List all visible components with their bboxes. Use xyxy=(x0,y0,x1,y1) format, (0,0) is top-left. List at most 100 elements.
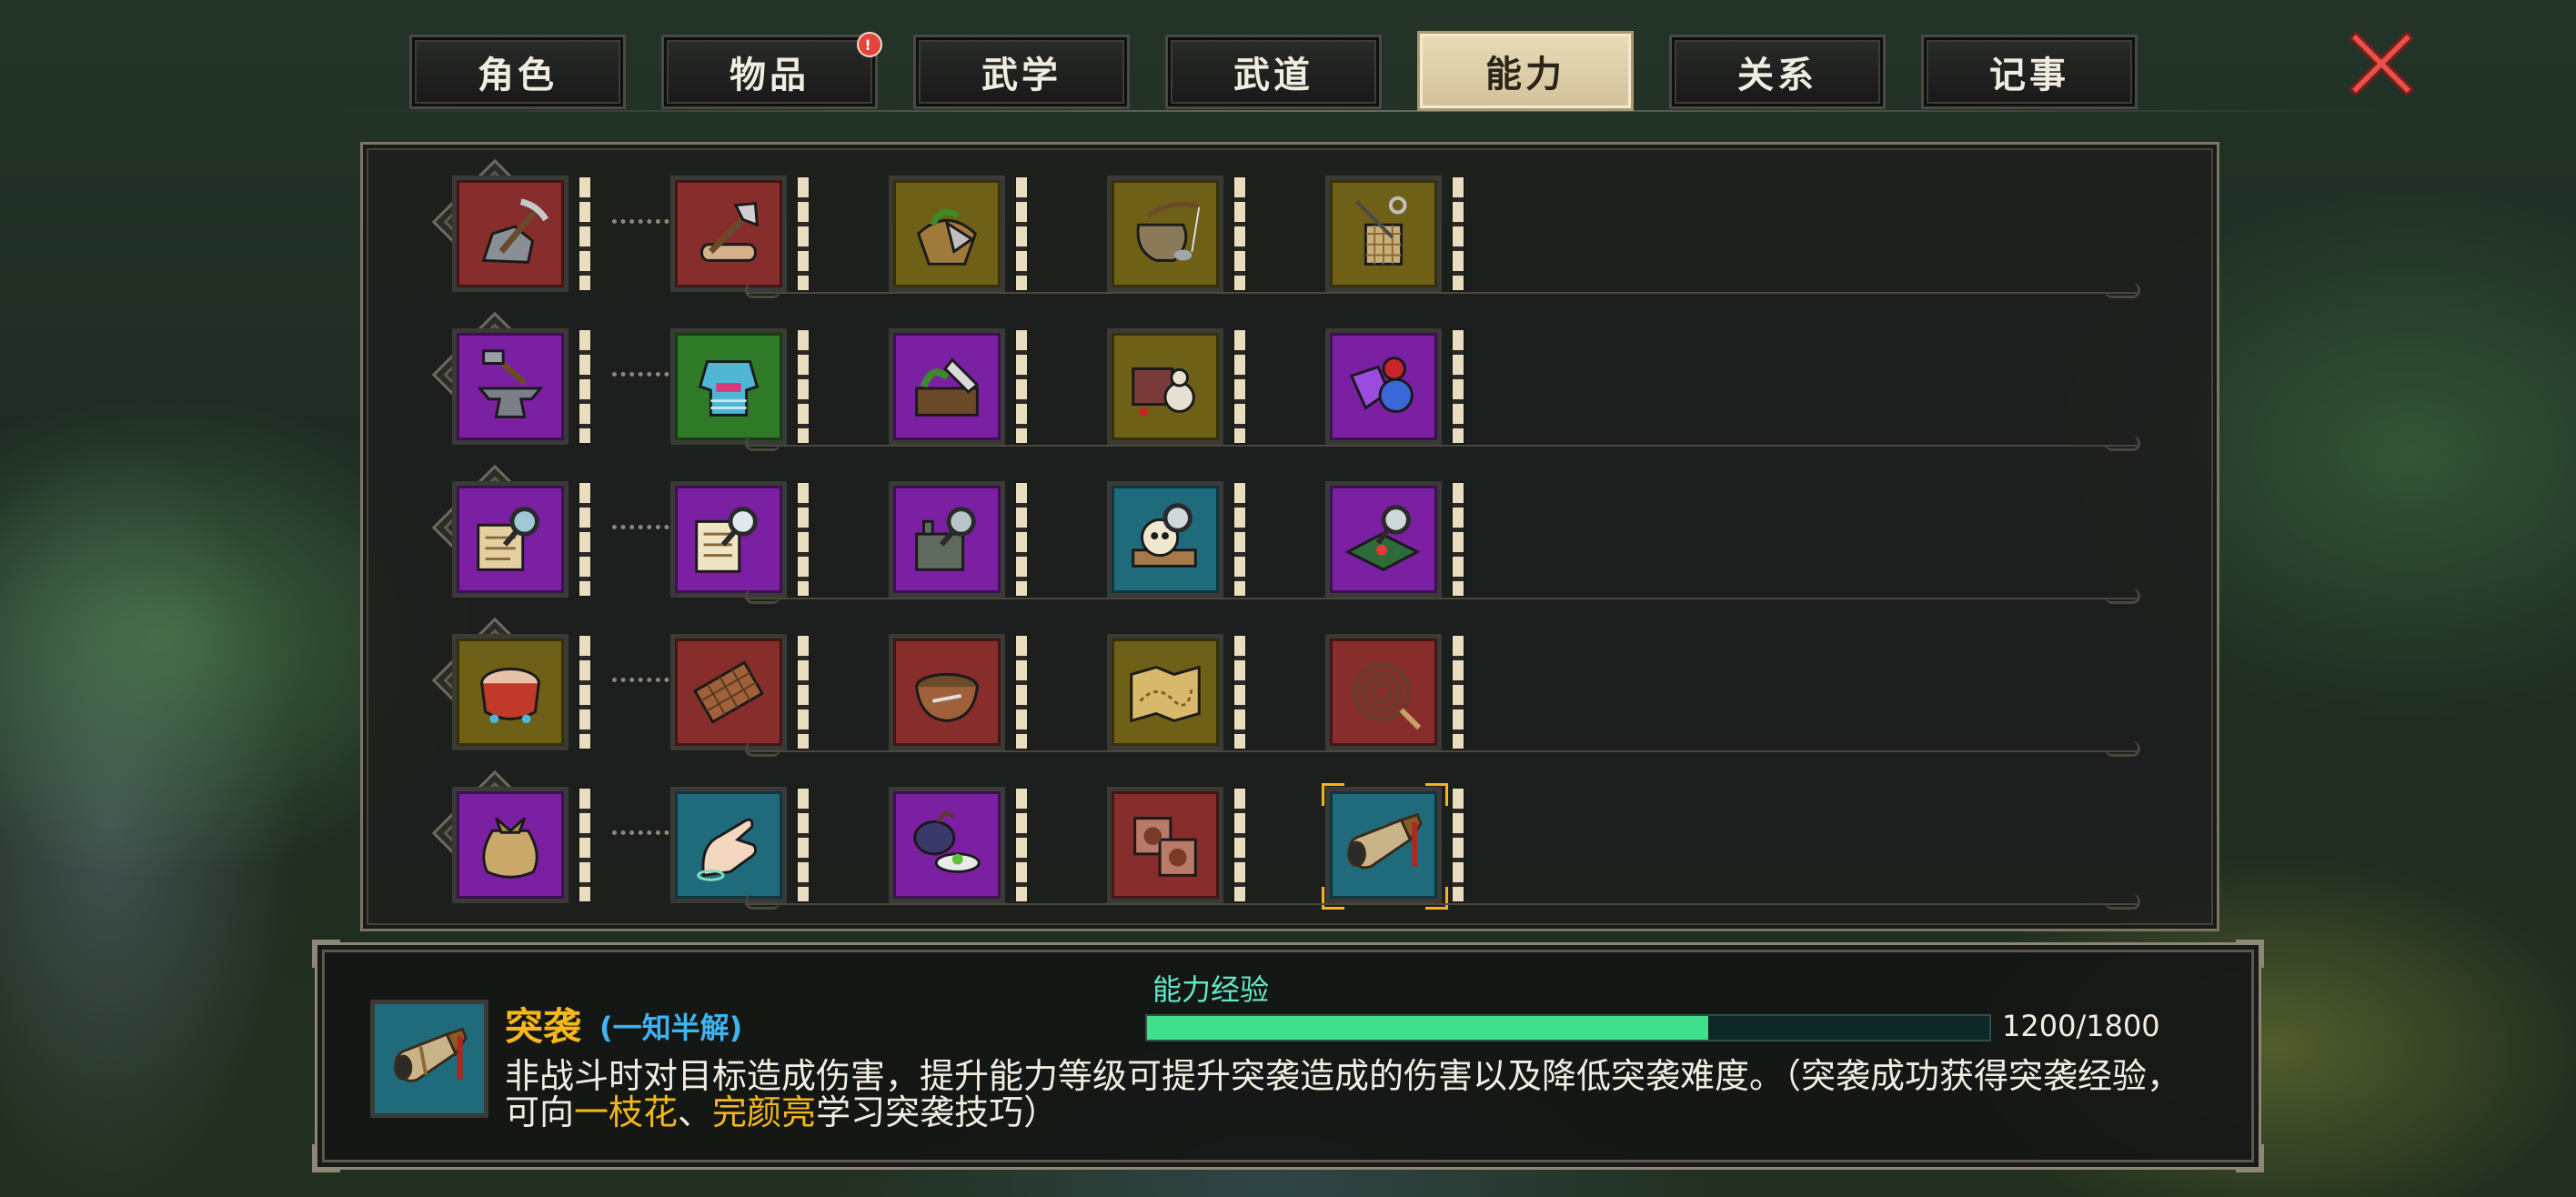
war-horn-icon xyxy=(394,1027,468,1082)
ability-level-gauge xyxy=(1453,177,1464,290)
chessboard-icon xyxy=(693,660,764,724)
money-bag-icon xyxy=(482,817,538,879)
close-button[interactable] xyxy=(2336,18,2427,109)
ability-icon-frame xyxy=(889,634,1005,750)
ability-slot[interactable] xyxy=(889,634,1027,756)
ability-slot[interactable] xyxy=(1107,328,1245,450)
ability-slot[interactable] xyxy=(1107,176,1245,297)
ability-icon-frame xyxy=(1325,176,1442,292)
corner-ornament xyxy=(2236,940,2264,968)
war-horn-icon xyxy=(1347,812,1423,870)
ability-slot[interactable] xyxy=(1325,176,1464,297)
scroll-magnifier-icon xyxy=(477,507,539,571)
tab-4[interactable]: 能力 xyxy=(1417,31,1634,111)
ability-icon-frame xyxy=(670,787,787,903)
tab-1[interactable]: 物品! xyxy=(661,32,882,109)
ability-icon-frame xyxy=(452,481,569,598)
pickaxe-ore-icon xyxy=(481,198,549,264)
ability-slot[interactable] xyxy=(670,328,809,450)
herb-basket-icon xyxy=(916,208,978,266)
ability-slot[interactable] xyxy=(889,176,1027,297)
ability-icon-frame xyxy=(1107,787,1223,903)
ability-level-gauge xyxy=(579,330,590,443)
ability-slot[interactable] xyxy=(670,176,809,297)
selected-ability-icon xyxy=(370,1000,488,1118)
corner-ornament xyxy=(2236,1144,2264,1172)
ability-icon-frame xyxy=(1107,634,1223,750)
ability-level-gauge xyxy=(798,789,809,901)
jewel-magnifier-icon xyxy=(1344,505,1421,571)
pharmacy-gourd-icon xyxy=(1132,367,1195,417)
ability-level-gauge xyxy=(1016,177,1027,290)
tailoring-armor-icon xyxy=(698,360,760,417)
skull-magnifier-icon xyxy=(1132,503,1197,568)
ability-slot[interactable] xyxy=(452,634,590,756)
ability-row-4: 市 xyxy=(363,758,2222,910)
desc-separator: 、 xyxy=(678,1092,713,1132)
ability-slot[interactable] xyxy=(1322,783,1464,910)
ability-level-gauge xyxy=(1234,483,1245,596)
ability-slot[interactable] xyxy=(1107,634,1245,756)
tab-3[interactable]: 武道 xyxy=(1165,35,1382,109)
ability-slot[interactable] xyxy=(670,787,809,909)
ability-name: 突袭 xyxy=(505,1004,582,1049)
corner-ornament xyxy=(312,1144,340,1172)
selection-corner xyxy=(1425,887,1448,910)
anvil-hammer-icon xyxy=(477,349,544,418)
selection-corner xyxy=(1322,887,1344,910)
npc-link-yizhihua[interactable]: 一枝花 xyxy=(574,1092,678,1132)
ability-level-gauge xyxy=(1453,636,1464,749)
row-divider xyxy=(745,292,2137,294)
ability-level-gauge xyxy=(579,636,590,749)
divider-curl xyxy=(2105,283,2140,298)
ability-slot[interactable] xyxy=(1107,787,1245,909)
desc-text-end: 学习突袭技巧） xyxy=(816,1092,1059,1132)
ability-icon-frame xyxy=(889,787,1005,903)
drum-icon xyxy=(480,668,540,724)
tab-0[interactable]: 角色 xyxy=(409,35,626,109)
tab-5[interactable]: 关系 xyxy=(1669,35,1886,109)
ability-level-gauge xyxy=(1016,636,1027,749)
ability-slot[interactable] xyxy=(889,481,1027,603)
fishing-rod-icon xyxy=(1136,201,1201,262)
divider-curl xyxy=(745,588,780,604)
corner-ornament xyxy=(312,940,340,968)
tab-label: 能力 xyxy=(1485,54,1565,96)
ability-level-gauge xyxy=(798,483,809,596)
tab-label: 记事 xyxy=(1989,55,2069,96)
ability-grid-panel: 采造鉴生市 xyxy=(360,142,2219,931)
ability-level-gauge xyxy=(1234,636,1245,749)
ability-icon-frame xyxy=(1107,481,1223,598)
ability-slot[interactable] xyxy=(452,176,590,297)
ability-row-3: 生 xyxy=(363,605,2222,758)
ability-slot[interactable] xyxy=(889,787,1027,909)
npc-link-wanyanliang[interactable]: 完颜亮 xyxy=(712,1092,816,1132)
ability-icon-frame xyxy=(670,176,787,292)
ability-level-gauge xyxy=(798,636,809,749)
ability-slot[interactable] xyxy=(452,481,590,603)
tab-6[interactable]: 记事 xyxy=(1921,35,2138,109)
ability-slot[interactable] xyxy=(1325,328,1464,450)
ability-icon-frame xyxy=(452,328,569,445)
ability-detail-panel: 突袭 (一知半解) 能力经验 1200/1800 非战斗时对目标造成伤害，提升能… xyxy=(312,940,2264,1172)
ability-level-gauge xyxy=(798,330,809,443)
divider-curl xyxy=(745,283,780,298)
ability-description: 非战斗时对目标造成伤害，提升能力等级可提升突袭造成的伤害以及降低突袭难度。（突袭… xyxy=(505,1058,2215,1131)
ability-level-gauge xyxy=(1016,789,1027,901)
ability-slot[interactable] xyxy=(1325,634,1464,756)
ability-level-gauge xyxy=(579,177,590,290)
ability-slot[interactable] xyxy=(452,328,590,450)
ability-slot[interactable] xyxy=(889,328,1027,450)
divider-curl xyxy=(2105,741,2140,757)
map-icon xyxy=(1130,665,1201,723)
ability-slot[interactable] xyxy=(452,787,590,909)
ability-slot[interactable] xyxy=(1107,481,1245,603)
ability-level-gauge xyxy=(1234,330,1245,443)
tab-2[interactable]: 武学 xyxy=(913,35,1130,109)
ability-slot[interactable] xyxy=(670,481,809,603)
ability-icon-frame xyxy=(670,328,787,445)
pointing-hand-icon xyxy=(697,818,758,881)
gear-cloth-icon xyxy=(1133,817,1197,877)
ability-slot[interactable] xyxy=(670,634,809,756)
ability-slot[interactable] xyxy=(1325,481,1464,603)
